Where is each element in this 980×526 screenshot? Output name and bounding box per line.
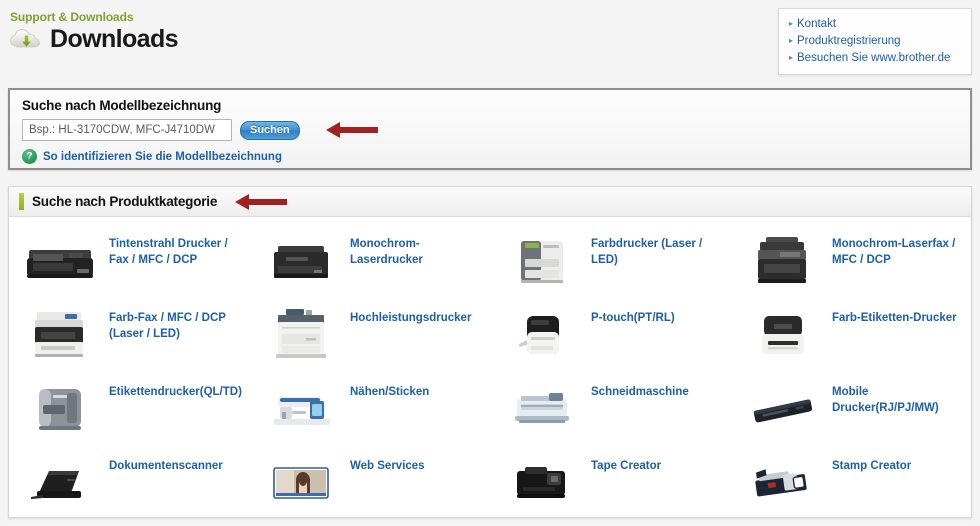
quick-link-brother-de[interactable]: ▸ Besuchen Sie www.brother.de bbox=[789, 50, 961, 66]
model-search-heading: Suche nach Modellbezeichnung bbox=[22, 98, 222, 113]
category-item-web-services[interactable]: Web Services bbox=[250, 449, 491, 523]
category-item-tape-creator[interactable]: Tape Creator bbox=[491, 449, 732, 523]
identify-model-link[interactable]: So identifizieren Sie die Modellbezeichn… bbox=[43, 151, 282, 163]
category-search-header: Suche nach Produktkategorie bbox=[9, 187, 971, 217]
category-item-mono-laser[interactable]: Monochrom-Laserdrucker bbox=[250, 227, 491, 301]
model-help-row: ? So identifizieren Sie die Modellbezeic… bbox=[10, 141, 970, 164]
mono-laser-mfc-thumb bbox=[744, 229, 822, 293]
cutting-machine-thumb bbox=[503, 377, 581, 441]
category-item-ptouch[interactable]: P-touch(PT/RL) bbox=[491, 301, 732, 375]
red-left-arrow-annotation-category bbox=[235, 192, 288, 212]
mobile-printer-thumb bbox=[744, 377, 822, 441]
quick-links-panel: ▸ Kontakt ▸ Produktregistrierung ▸ Besuc… bbox=[778, 8, 972, 75]
category-item-label[interactable]: Tape Creator bbox=[591, 451, 661, 475]
category-item-label[interactable]: Web Services bbox=[350, 451, 425, 475]
category-item-inkjet[interactable]: Tintenstrahl Drucker / Fax / MFC / DCP bbox=[9, 227, 250, 301]
category-item-mobile-drucker[interactable]: Mobile Drucker(RJ/PJ/MW) bbox=[732, 375, 973, 449]
category-item-label[interactable]: Monochrom-Laserdrucker bbox=[350, 229, 480, 268]
category-item-label[interactable]: Mobile Drucker(RJ/PJ/MW) bbox=[832, 377, 962, 416]
category-item-hochleistungsdrucker[interactable]: Hochleistungsdrucker bbox=[250, 301, 491, 375]
category-item-stamp-creator[interactable]: Stamp Creator bbox=[732, 449, 973, 523]
category-item-color-laser[interactable]: Farbdrucker (Laser / LED) bbox=[491, 227, 732, 301]
model-search-input[interactable] bbox=[22, 119, 232, 141]
color-laser-printer-thumb bbox=[503, 229, 581, 293]
category-search-panel: Suche nach Produktkategorie Tintenstrahl… bbox=[8, 186, 972, 518]
page-title-row: Downloads bbox=[8, 24, 179, 54]
category-item-label[interactable]: Nähen/Sticken bbox=[350, 377, 429, 401]
triangle-right-icon: ▸ bbox=[789, 53, 794, 62]
quick-link-label[interactable]: Kontakt bbox=[797, 16, 836, 32]
category-item-label[interactable]: Farb-Etiketten-Drucker bbox=[832, 303, 957, 327]
category-item-schneidmaschine[interactable]: Schneidmaschine bbox=[491, 375, 732, 449]
category-item-label[interactable]: Dokumentenscanner bbox=[109, 451, 223, 475]
category-item-naehen-sticken[interactable]: Nähen/Sticken bbox=[250, 375, 491, 449]
model-search-row: Suchen bbox=[10, 113, 970, 141]
triangle-right-icon: ▸ bbox=[789, 36, 794, 45]
model-search-panel: Suche nach Modellbezeichnung Suchen ? So… bbox=[8, 88, 972, 170]
category-item-label[interactable]: Etikettendrucker(QL/TD) bbox=[109, 377, 242, 401]
quick-link-kontakt[interactable]: ▸ Kontakt bbox=[789, 16, 961, 32]
category-item-etikettendrucker[interactable]: Etikettendrucker(QL/TD) bbox=[9, 375, 250, 449]
sewing-machine-thumb bbox=[262, 377, 340, 441]
search-button[interactable]: Suchen bbox=[240, 120, 300, 140]
tape-creator-thumb bbox=[503, 451, 581, 515]
color-laser-mfc-thumb bbox=[21, 303, 99, 367]
category-item-dokumentenscanner[interactable]: Dokumentenscanner bbox=[9, 449, 250, 523]
label-printer-ql-thumb bbox=[21, 377, 99, 441]
category-item-label[interactable]: P-touch(PT/RL) bbox=[591, 303, 675, 327]
cloud-download-icon bbox=[8, 24, 42, 54]
accent-bar bbox=[19, 193, 24, 210]
quick-link-produktregistrierung[interactable]: ▸ Produktregistrierung bbox=[789, 33, 961, 49]
ptouch-labeler-thumb bbox=[503, 303, 581, 367]
stamp-creator-thumb bbox=[744, 451, 822, 515]
category-item-label[interactable]: Monochrom-Laserfax / MFC / DCP bbox=[832, 229, 962, 268]
mono-laser-printer-thumb bbox=[262, 229, 340, 293]
category-item-farb-etiketten[interactable]: Farb-Etiketten-Drucker bbox=[732, 301, 973, 375]
inkjet-mfc-thumb bbox=[21, 229, 99, 293]
breadcrumb[interactable]: Support & Downloads bbox=[10, 10, 134, 24]
category-item-label[interactable]: Schneidmaschine bbox=[591, 377, 689, 401]
triangle-right-icon: ▸ bbox=[789, 19, 794, 28]
high-volume-printer-thumb bbox=[262, 303, 340, 367]
category-search-heading: Suche nach Produktkategorie bbox=[32, 194, 218, 209]
quick-link-label[interactable]: Produktregistrierung bbox=[797, 33, 901, 49]
category-grid: Tintenstrahl Drucker / Fax / MFC / DCP M… bbox=[9, 217, 971, 523]
color-label-printer-thumb bbox=[744, 303, 822, 367]
red-left-arrow-annotation-search bbox=[325, 120, 378, 140]
category-item-label[interactable]: Tintenstrahl Drucker / Fax / MFC / DCP bbox=[109, 229, 239, 268]
category-item-mono-laserfax[interactable]: Monochrom-Laserfax / MFC / DCP bbox=[732, 227, 973, 301]
category-item-farb-fax[interactable]: Farb-Fax / MFC / DCP (Laser / LED) bbox=[9, 301, 250, 375]
category-item-label[interactable]: Farbdrucker (Laser / LED) bbox=[591, 229, 721, 268]
category-item-label[interactable]: Farb-Fax / MFC / DCP (Laser / LED) bbox=[109, 303, 239, 342]
document-scanner-thumb bbox=[21, 451, 99, 515]
question-mark-icon: ? bbox=[22, 149, 37, 164]
category-item-label[interactable]: Hochleistungsdrucker bbox=[350, 303, 471, 327]
category-item-label[interactable]: Stamp Creator bbox=[832, 451, 911, 475]
web-services-thumb bbox=[262, 451, 340, 515]
page-title: Downloads bbox=[50, 24, 179, 53]
quick-link-label[interactable]: Besuchen Sie www.brother.de bbox=[797, 50, 950, 66]
